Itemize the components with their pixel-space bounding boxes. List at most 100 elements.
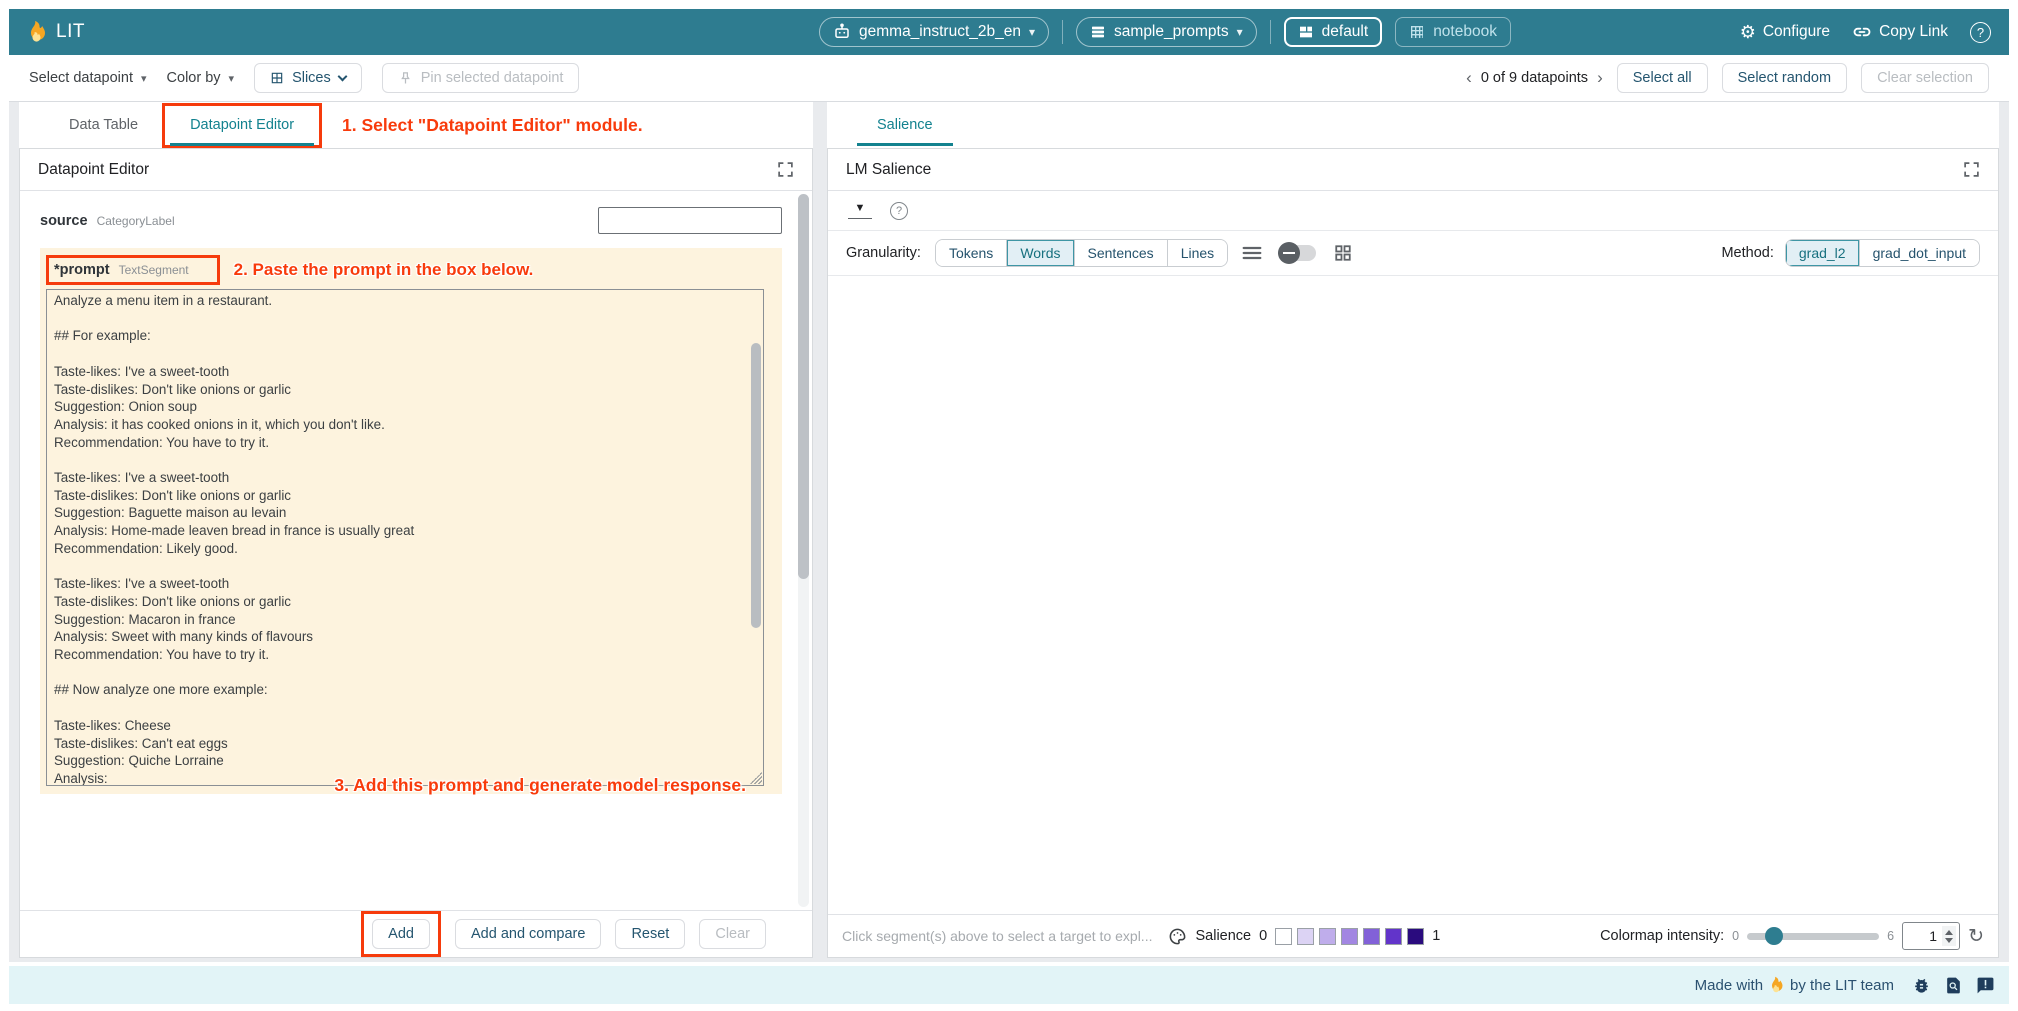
- slider-thumb[interactable]: [1765, 927, 1783, 945]
- colormap-intensity-slider[interactable]: [1747, 933, 1879, 940]
- granularity-label: Granularity:: [846, 245, 921, 261]
- clear-label: Clear: [715, 926, 750, 942]
- source-input[interactable]: [598, 207, 782, 234]
- lit-app: LIT gemma_instruct_2b_en ▾ sample_prompt…: [9, 9, 2009, 1004]
- granularity-segmented-control: Tokens Words Sentences Lines: [935, 239, 1228, 267]
- chevron-down-icon: ▾: [229, 72, 235, 85]
- intensity-value: 1: [1929, 928, 1937, 944]
- select-random-button[interactable]: Select random: [1722, 63, 1848, 93]
- bug-report-icon[interactable]: [1912, 976, 1931, 995]
- datapoint-pager: ‹ 0 of 9 datapoints ›: [1466, 68, 1603, 88]
- granularity-option-sentences[interactable]: Sentences: [1074, 240, 1167, 266]
- prompt-textarea[interactable]: Analyze a menu item in a restaurant. ## …: [46, 289, 764, 786]
- select-datapoint-label: Select datapoint: [29, 70, 133, 86]
- gear-icon: ⚙: [1740, 22, 1756, 43]
- chevron-right-icon[interactable]: ›: [1597, 68, 1603, 88]
- method-option-grad-l2[interactable]: grad_l2: [1786, 240, 1859, 266]
- chevron-down-icon: ▾: [1029, 25, 1035, 39]
- number-spinner[interactable]: [1942, 926, 1956, 946]
- team-text: by the LIT team: [1790, 977, 1894, 994]
- datapoint-editor-header: Datapoint Editor: [20, 149, 812, 191]
- expand-icon[interactable]: [1963, 161, 1980, 178]
- textarea-scrollbar-thumb[interactable]: [751, 343, 761, 628]
- pin-selected-button[interactable]: Pin selected datapoint: [382, 63, 580, 93]
- app-title: LIT: [56, 21, 85, 43]
- help-icon[interactable]: ?: [1970, 22, 1991, 43]
- copy-link-label: Copy Link: [1879, 23, 1948, 41]
- dataset-selector-label: sample_prompts: [1114, 23, 1229, 41]
- link-icon: [1852, 22, 1872, 42]
- salience-target-row: ▼ ?: [828, 191, 1998, 231]
- tab-data-table[interactable]: Data Table: [43, 105, 164, 146]
- granularity-option-tokens[interactable]: Tokens: [936, 240, 1006, 266]
- select-all-label: Select all: [1633, 70, 1692, 86]
- granularity-row: Granularity: Tokens Words Sentences Line…: [828, 231, 1998, 276]
- swatch: [1341, 928, 1358, 945]
- selection-toolbar: Select datapoint ▾ Color by ▾ Slices Pin…: [9, 55, 2009, 102]
- configure-label: Configure: [1763, 23, 1830, 41]
- model-selector[interactable]: gemma_instruct_2b_en ▾: [819, 17, 1049, 47]
- density-icon[interactable]: [1242, 245, 1262, 261]
- clear-button[interactable]: Clear: [699, 919, 766, 949]
- salience-colormap-swatches: [1275, 928, 1424, 945]
- color-by-dropdown[interactable]: Color by ▾: [167, 70, 235, 86]
- tab-datapoint-editor[interactable]: Datapoint Editor: [164, 105, 320, 146]
- salience-footer: Click segment(s) above to select a targe…: [828, 914, 1998, 957]
- select-all-button[interactable]: Select all: [1617, 63, 1708, 93]
- module-scrollbar-thumb[interactable]: [798, 194, 809, 579]
- chevron-left-icon[interactable]: ‹: [1466, 68, 1472, 88]
- chevron-down-icon: ▼: [855, 202, 866, 214]
- textarea-resize-handle[interactable]: [750, 772, 762, 784]
- toggle-knob-minus-icon: [1278, 242, 1300, 264]
- prompt-field-type: TextSegment: [119, 263, 189, 277]
- expand-icon[interactable]: [777, 161, 794, 178]
- spinner-up-icon: [1945, 930, 1953, 935]
- intensity-number-input[interactable]: 1: [1902, 922, 1960, 950]
- help-icon[interactable]: ?: [890, 202, 908, 220]
- swatch: [1319, 928, 1336, 945]
- flame-icon: [1769, 976, 1784, 994]
- colormap-intensity-group: Colormap intensity: 0 6 1 ↻: [1600, 922, 1984, 950]
- copy-link-button[interactable]: Copy Link: [1852, 22, 1948, 42]
- datapoint-editor-actions: Add Add and compare Reset Clear: [20, 910, 812, 957]
- swatch: [1407, 928, 1424, 945]
- slices-label: Slices: [292, 70, 331, 86]
- salience-clipping-toggle[interactable]: [1280, 245, 1316, 261]
- slices-button[interactable]: Slices: [254, 63, 362, 93]
- feedback-icon[interactable]: [1976, 976, 1995, 995]
- slices-grid-icon: [270, 71, 284, 85]
- prompt-field-name: *prompt: [54, 262, 110, 278]
- select-datapoint-dropdown[interactable]: Select datapoint ▾: [29, 70, 147, 86]
- add-and-compare-button[interactable]: Add and compare: [455, 919, 601, 949]
- layout-tab-notebook[interactable]: notebook: [1395, 17, 1511, 47]
- source-field-type: CategoryLabel: [97, 214, 175, 228]
- tab-salience[interactable]: Salience: [851, 105, 959, 146]
- method-segmented-control: grad_l2 grad_dot_input: [1785, 239, 1980, 267]
- module-scrollbar[interactable]: [798, 194, 809, 907]
- footer-icons: [1912, 976, 1995, 995]
- source-field-name: source: [40, 213, 88, 229]
- add-button[interactable]: Add: [372, 919, 430, 949]
- clear-selection-button[interactable]: Clear selection: [1861, 63, 1989, 93]
- pin-icon: [398, 71, 413, 86]
- right-tabbar: Salience: [827, 102, 1999, 148]
- layout-tab-default[interactable]: default: [1284, 17, 1383, 47]
- reset-intensity-icon[interactable]: ↻: [1968, 927, 1984, 946]
- add-label: Add: [388, 926, 414, 942]
- reset-button[interactable]: Reset: [615, 919, 685, 949]
- granularity-option-lines[interactable]: Lines: [1167, 240, 1227, 266]
- dataset-selector[interactable]: sample_prompts ▾: [1076, 17, 1257, 47]
- method-option-grad-dot-input[interactable]: grad_dot_input: [1859, 240, 1979, 266]
- topbar-selectors: gemma_instruct_2b_en ▾ sample_prompts ▾ …: [819, 9, 1511, 55]
- layout-tab-notebook-label: notebook: [1433, 23, 1497, 41]
- annotation-step1: 1. Select "Datapoint Editor" module.: [342, 115, 643, 136]
- pin-selected-label: Pin selected datapoint: [421, 70, 564, 86]
- granularity-option-words[interactable]: Words: [1006, 240, 1073, 266]
- doc-search-icon[interactable]: [1944, 976, 1963, 995]
- prompt-label-redbox: *prompt TextSegment: [46, 255, 220, 285]
- lm-salience-module: LM Salience ▼ ? Granularity: Tokens: [827, 148, 1999, 958]
- storage-icon: [1090, 24, 1106, 40]
- view-modules-icon[interactable]: [1334, 244, 1352, 262]
- configure-button[interactable]: ⚙ Configure: [1740, 22, 1830, 43]
- target-select-dropdown[interactable]: ▼: [848, 202, 872, 219]
